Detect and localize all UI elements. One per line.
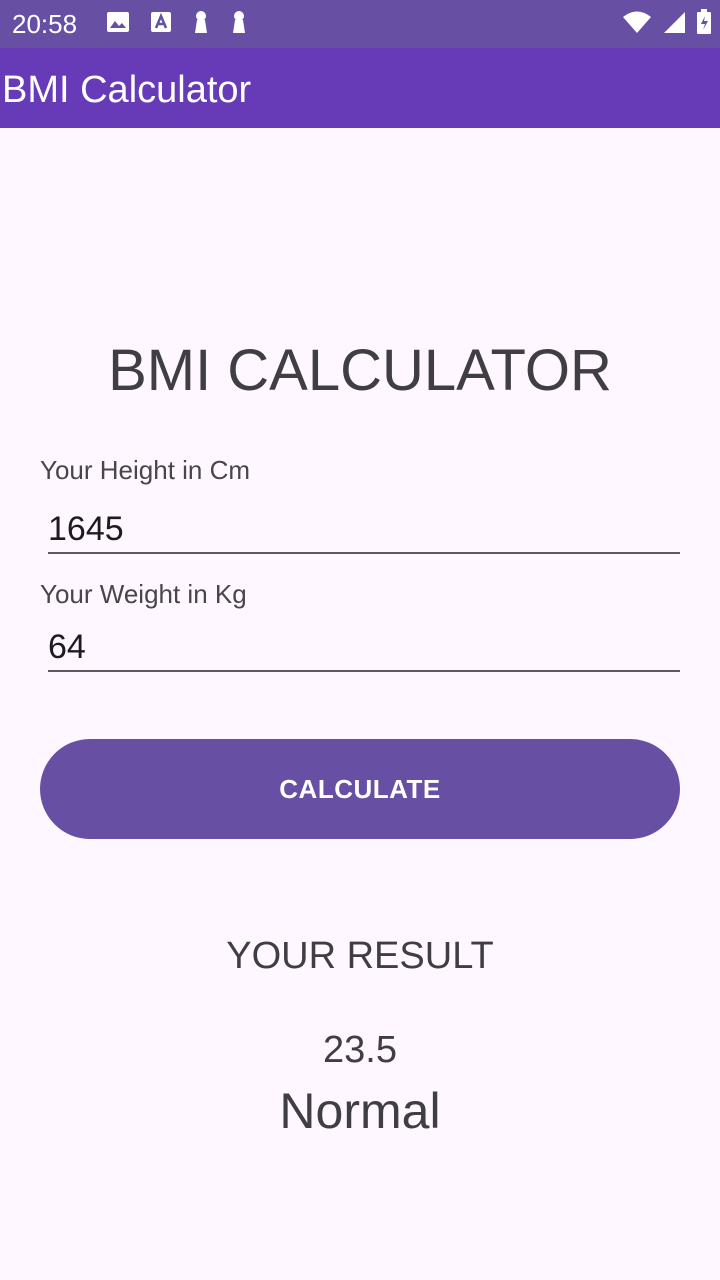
text-a-icon [150, 11, 172, 38]
result-value: 23.5 [323, 1029, 397, 1071]
app-bar: BMI Calculator [0, 48, 720, 128]
image-icon [106, 11, 130, 38]
status-icons-right [612, 8, 712, 39]
height-input[interactable]: 1645 [48, 506, 680, 554]
status-time: 20:58 [12, 9, 78, 39]
app-title: BMI Calculator [2, 69, 252, 111]
weight-input[interactable]: 64 [48, 624, 680, 672]
keyhole-icon [192, 10, 210, 39]
wifi-icon [622, 10, 652, 39]
result-heading: YOUR RESULT [226, 935, 494, 977]
status-bar: 20:58 [0, 0, 720, 48]
height-label: Your Height in Cm [40, 455, 251, 485]
keyhole-icon [230, 10, 248, 39]
result-category: Normal [279, 1083, 441, 1139]
calculate-button[interactable]: CALCULATE [40, 739, 680, 839]
status-icons-left [106, 10, 268, 39]
page-title: BMI CALCULATOR [108, 338, 612, 403]
weight-label: Your Weight in Kg [40, 579, 247, 609]
battery-icon [696, 8, 712, 40]
signal-icon [662, 10, 686, 39]
calculate-button-label: CALCULATE [279, 773, 441, 804]
